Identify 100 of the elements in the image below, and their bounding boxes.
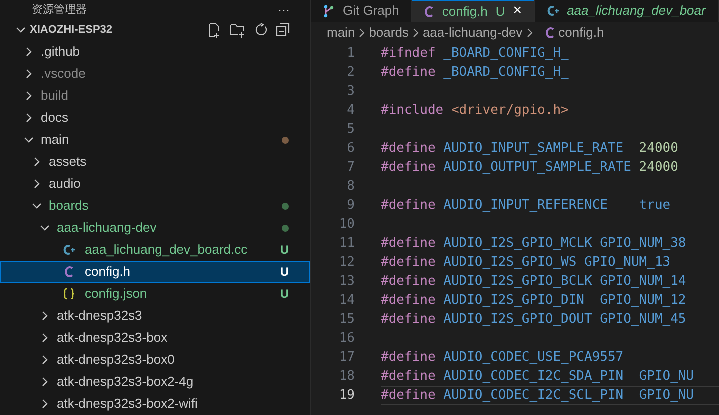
chevron-right-icon: [40, 355, 50, 365]
line-number: 8: [346, 178, 355, 196]
breadcrumb-item[interactable]: boards: [369, 23, 409, 43]
git-graph-icon: [323, 4, 335, 18]
line-number: 17: [338, 348, 355, 367]
folder-row[interactable]: build: [0, 85, 310, 107]
chevron-right-icon: [32, 157, 42, 167]
folder-row[interactable]: audio: [0, 173, 310, 195]
folder-row[interactable]: atk-dnesp32s3-box0: [0, 349, 310, 371]
chevron-right-icon: [24, 113, 34, 123]
code-line: #define AUDIO_I2S_GPIO_DOUT GPIO_NUM_45: [381, 310, 688, 329]
breadcrumb-item[interactable]: aaa-lichuang-dev: [422, 23, 523, 43]
braces-icon: [63, 288, 75, 300]
more-actions-button[interactable]: ···: [278, 0, 290, 19]
folder-row[interactable]: boards: [0, 195, 310, 217]
untracked-label: U: [280, 286, 289, 303]
chevron-right-icon: [40, 333, 50, 343]
line-number: 10: [338, 216, 355, 234]
chevron-down-icon: [24, 135, 34, 145]
code-line: #define AUDIO_CODEC_I2C_SCL_PIN GPIO_NU: [381, 386, 719, 405]
file-row[interactable]: config.h U: [0, 261, 310, 283]
line-number: 4: [346, 102, 355, 120]
line-number: 11: [338, 234, 355, 253]
line-number: 5: [346, 120, 355, 139]
item-label: atk-dnesp32s3-box2-4g: [57, 373, 194, 392]
code-line: #define AUDIO_CODEC_I2C_SDA_PIN GPIO_NU: [381, 368, 696, 386]
file-row[interactable]: aaa_lichuang_dev_board.cc U: [0, 239, 310, 261]
c-file-icon: [424, 6, 434, 18]
folder-row[interactable]: atk-dnesp32s3-box2-4g: [0, 371, 310, 393]
untracked-label: U: [496, 2, 506, 21]
cpp-file-icon: [547, 5, 560, 17]
item-label: atk-dnesp32s3-box: [57, 329, 168, 348]
item-label: atk-dnesp32s3-box0: [57, 351, 175, 370]
item-label: atk-dnesp32s3-box2-wifi: [57, 395, 198, 414]
folder-row[interactable]: atk-dnesp32s3-box2-wifi: [0, 393, 310, 415]
code-line: #include <driver/gpio.h>: [381, 102, 570, 120]
file-row[interactable]: config.json U: [0, 283, 310, 305]
line-number: 12: [338, 254, 355, 272]
breadcrumb-separator-icon: [526, 28, 533, 38]
folder-row[interactable]: main: [0, 129, 310, 151]
item-label: config.json: [85, 285, 148, 304]
folder-row[interactable]: assets: [0, 151, 310, 173]
code-line: #define AUDIO_I2S_GPIO_MCLK GPIO_NUM_38: [381, 234, 688, 253]
code-line: #define AUDIO_I2S_GPIO_BCLK GPIO_NUM_14: [381, 272, 688, 291]
editor-tab[interactable]: aaa_lichuang_dev_boar: [535, 0, 719, 22]
new-folder-icon[interactable]: [230, 22, 246, 38]
chevron-down-icon: [16, 25, 26, 36]
chevron-right-icon: [24, 91, 34, 101]
code-line: #define AUDIO_INPUT_SAMPLE_RATE 24000: [381, 140, 680, 158]
folder-row[interactable]: .github: [0, 41, 310, 63]
project-name: XIAOZHI-ESP32: [30, 23, 113, 38]
code-line: #define _BOARD_CONFIG_H_: [381, 64, 570, 82]
explorer-title: 资源管理器: [32, 2, 87, 18]
item-label: assets: [49, 153, 87, 172]
chevron-right-icon: [32, 179, 42, 189]
folder-row[interactable]: atk-dnesp32s3: [0, 305, 310, 327]
project-header[interactable]: XIAOZHI-ESP32: [0, 20, 310, 41]
breadcrumb-item[interactable]: config.h: [558, 23, 604, 43]
item-label: .vscode: [41, 65, 86, 84]
collapse-all-icon[interactable]: [276, 23, 290, 38]
folder-row[interactable]: docs: [0, 107, 310, 129]
line-number: 16: [338, 330, 355, 348]
breadcrumb-item[interactable]: main: [327, 23, 356, 43]
chevron-right-icon: [40, 311, 50, 321]
folder-row[interactable]: .vscode: [0, 63, 310, 85]
cpp-file-icon: [63, 244, 75, 256]
code-line: #define AUDIO_INPUT_REFERENCE true: [381, 196, 672, 215]
line-number: 6: [346, 140, 355, 158]
chevron-right-icon: [24, 69, 34, 79]
folder-row[interactable]: atk-dnesp32s3-box: [0, 327, 310, 349]
line-number: 9: [346, 196, 355, 215]
breadcrumb-separator-icon: [359, 28, 366, 38]
code-line: #define AUDIO_OUTPUT_SAMPLE_RATE 24000: [381, 158, 680, 177]
chevron-down-icon: [32, 201, 42, 211]
folder-row[interactable]: aaa-lichuang-dev: [0, 217, 310, 239]
item-label: docs: [41, 109, 68, 128]
item-label: audio: [49, 175, 81, 194]
item-label: main: [41, 131, 70, 150]
editor-tab[interactable]: config.h U ×: [412, 0, 536, 22]
item-label: atk-dnesp32s3: [57, 307, 142, 326]
item-label: aaa-lichuang-dev: [57, 219, 157, 238]
code-line: #ifndef _BOARD_CONFIG_H_: [381, 44, 570, 63]
refresh-icon[interactable]: [254, 23, 268, 38]
code-line: #define AUDIO_CODEC_USE_PCA9557: [381, 348, 625, 367]
chevron-down-icon: [40, 223, 50, 233]
line-number: 19: [338, 386, 355, 405]
item-label: aaa_lichuang_dev_board.cc: [85, 241, 248, 260]
item-label: config.h: [85, 263, 131, 282]
line-number: 13: [338, 272, 355, 291]
code-line: #define AUDIO_I2S_GPIO_DIN GPIO_NUM_12: [381, 292, 688, 310]
c-file-icon: [544, 27, 555, 39]
line-number: 7: [346, 158, 355, 177]
line-number: 14: [338, 292, 355, 310]
new-file-icon[interactable]: [208, 22, 222, 38]
line-number: 15: [338, 310, 355, 329]
item-label: boards: [49, 197, 89, 216]
close-button[interactable]: ×: [513, 0, 522, 23]
chevron-right-icon: [24, 47, 34, 57]
c-file-icon: [64, 266, 74, 278]
chevron-right-icon: [40, 377, 50, 387]
